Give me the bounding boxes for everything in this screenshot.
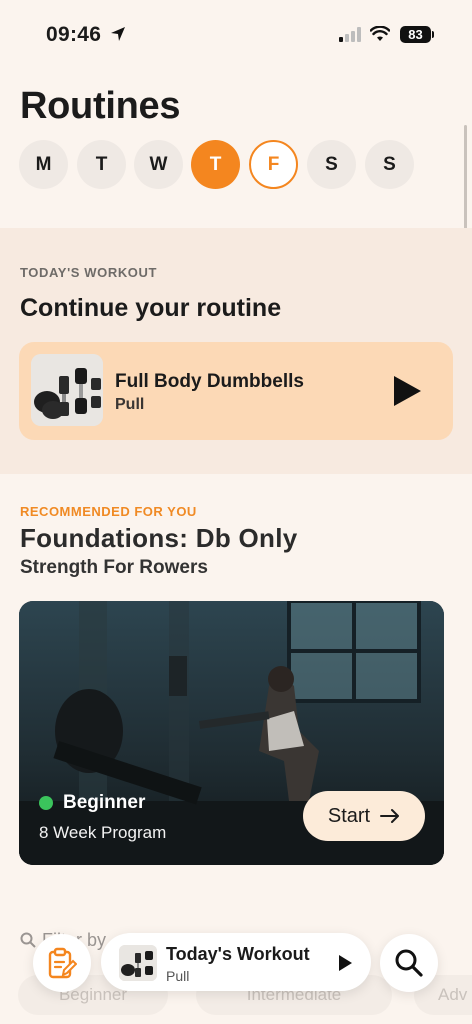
today-workout-card[interactable]: Full Body Dumbbells Pull <box>19 342 453 440</box>
day-tuesday[interactable]: T <box>77 140 126 189</box>
bottom-bar: Today's Workout Pull <box>0 930 472 1000</box>
day-thursday-today[interactable]: T <box>191 140 240 189</box>
signal-icon <box>339 27 361 42</box>
log-button[interactable] <box>33 934 91 992</box>
program-card[interactable]: Beginner 8 Week Program Start <box>19 601 444 865</box>
clipboard-icon <box>48 947 77 979</box>
status-bar: 09:46 83 <box>0 0 472 64</box>
page-title: Routines <box>20 85 181 127</box>
battery-icon: 83 <box>400 26 431 43</box>
recommended-title: Foundations: Db Only <box>20 523 298 553</box>
workout-thumbnail <box>31 354 103 426</box>
play-icon-small[interactable] <box>337 954 353 972</box>
program-length: 8 Week Program <box>39 823 167 842</box>
wifi-icon <box>370 26 390 41</box>
day-wednesday[interactable]: W <box>134 140 183 189</box>
start-label: Start <box>327 804 371 827</box>
level-row: Beginner <box>39 792 145 814</box>
level-dot <box>39 796 53 810</box>
status-time: 09:46 <box>46 23 102 46</box>
dumbbells-image-small <box>119 945 157 981</box>
today-overline: TODAY'S WORKOUT <box>20 265 158 280</box>
recommended-subtitle: Strength For Rowers <box>20 557 208 578</box>
today-title: Continue your routine <box>20 294 282 322</box>
pill-subtitle: Pull <box>166 968 190 984</box>
day-monday[interactable]: M <box>19 140 68 189</box>
play-icon[interactable] <box>391 375 423 407</box>
day-friday-selected[interactable]: F <box>249 140 298 189</box>
dumbbells-image <box>31 354 103 426</box>
search-button[interactable] <box>380 934 438 992</box>
arrow-right-icon <box>380 809 400 823</box>
battery-cap <box>432 31 434 38</box>
recommended-overline: RECOMMENDED FOR YOU <box>20 504 197 519</box>
pill-thumbnail <box>119 945 157 981</box>
battery-level: 83 <box>408 27 423 42</box>
workout-name: Full Body Dumbbells <box>115 371 304 392</box>
level-label: Beginner <box>63 792 146 813</box>
location-arrow-icon <box>111 27 125 41</box>
workout-subtitle: Pull <box>115 396 145 413</box>
pill-title: Today's Workout <box>166 944 310 964</box>
start-button[interactable]: Start <box>303 791 425 841</box>
search-icon <box>395 949 423 977</box>
day-saturday[interactable]: S <box>307 140 356 189</box>
today-workout-pill[interactable]: Today's Workout Pull <box>101 933 371 991</box>
day-sunday[interactable]: S <box>365 140 414 189</box>
